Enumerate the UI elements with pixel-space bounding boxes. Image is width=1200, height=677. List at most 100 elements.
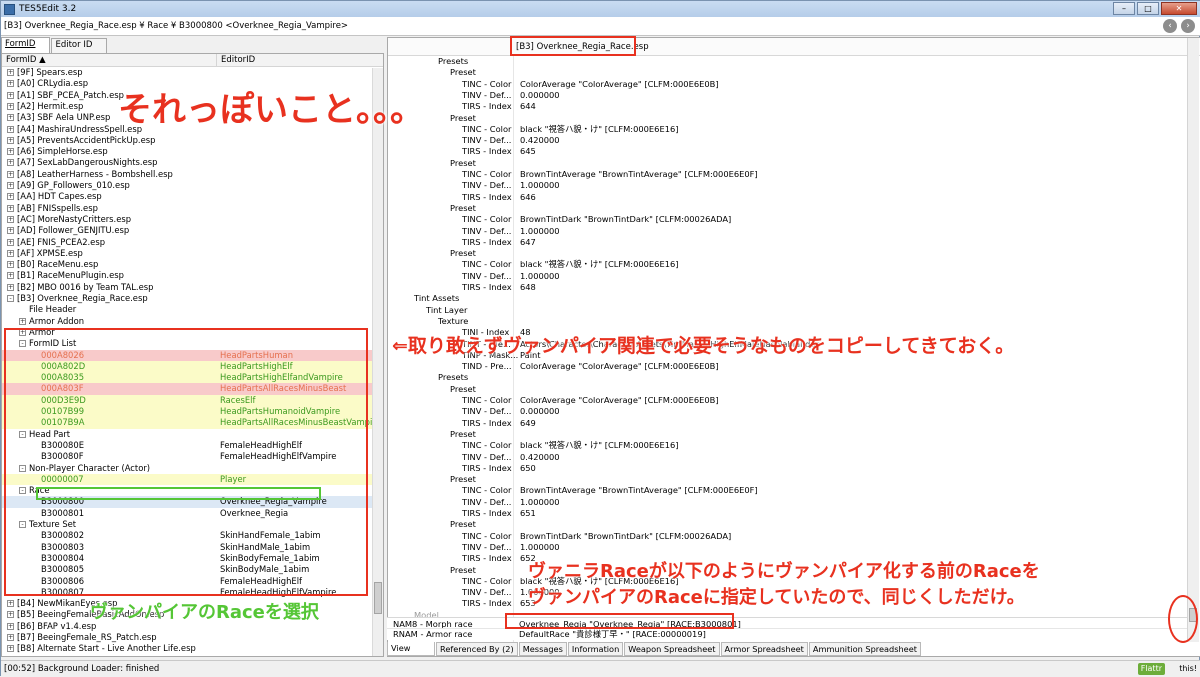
rnam-row[interactable]: RNAM - Armor race DefaultRace "貴診様丁早・" [… <box>387 628 1187 640</box>
record-row[interactable]: TIRS - Index649 <box>388 418 1188 429</box>
tab-messages[interactable]: Messages <box>519 642 567 656</box>
record-path-field[interactable]: [B3] Overknee_Regia_Race.esp ¥ Race ¥ B3… <box>1 17 1200 36</box>
expand-icon[interactable]: + <box>7 148 14 155</box>
tree-row[interactable]: +[A8] LeatherHarness - Bombshell.esp <box>2 169 372 180</box>
expand-icon[interactable]: + <box>7 205 14 212</box>
tab-view[interactable]: View <box>387 642 435 656</box>
expand-icon[interactable]: + <box>7 182 14 189</box>
tab-formid[interactable]: FormID <box>1 37 50 53</box>
expand-icon[interactable]: + <box>7 261 14 268</box>
record-row[interactable]: Preset <box>388 158 1188 169</box>
record-row[interactable]: Preset <box>388 67 1188 78</box>
expand-icon[interactable]: + <box>7 216 14 223</box>
record-row[interactable]: TINC - ColorColorAverage "ColorAverage" … <box>388 395 1188 406</box>
tree-row[interactable]: +[B8] Alternate Start - Live Another Lif… <box>2 643 372 654</box>
tab-editor-id[interactable]: Editor ID <box>51 38 107 53</box>
editorid-column-header[interactable]: EditorID <box>216 54 255 66</box>
tree-row[interactable]: +[AE] FNIS_PCEA2.esp <box>2 237 372 248</box>
expand-icon[interactable]: + <box>7 600 14 607</box>
tree-row[interactable]: +[B1] RaceMenuPlugin.esp <box>2 270 372 281</box>
record-row[interactable]: Tint Layer <box>388 305 1188 316</box>
this-button[interactable]: this! <box>1179 663 1197 675</box>
tree-row[interactable]: +[A6] SimpleHorse.esp <box>2 146 372 157</box>
record-row[interactable]: TINC - Colorblack "視答ハ貌・け" [CLFM:000E6E1… <box>388 440 1188 451</box>
record-row[interactable]: TINV - Def...1.000000 <box>388 180 1188 191</box>
record-row[interactable]: Preset <box>388 248 1188 259</box>
flattr-button[interactable]: Flattr <box>1138 663 1165 675</box>
record-row[interactable]: TINC - ColorBrownTintAverage "BrownTintA… <box>388 485 1188 496</box>
record-row[interactable]: Preset <box>388 203 1188 214</box>
tree-row[interactable]: +[A7] SexLabDangerousNights.esp <box>2 157 372 168</box>
expand-icon[interactable]: + <box>7 171 14 178</box>
record-row[interactable]: TINV - Def...1.000000 <box>388 226 1188 237</box>
expand-icon[interactable]: + <box>7 80 14 87</box>
expand-icon[interactable]: + <box>7 227 14 234</box>
record-row[interactable]: TINC - Colorblack "視答ハ貌・け" [CLFM:000E6E1… <box>388 124 1188 135</box>
record-row[interactable]: TINV - Def...1.000000 <box>388 271 1188 282</box>
tree-row[interactable]: -[B3] Overknee_Regia_Race.esp <box>2 293 372 304</box>
forward-arrow-icon[interactable]: › <box>1181 19 1195 33</box>
expand-icon[interactable]: + <box>7 137 14 144</box>
record-row[interactable]: Presets <box>388 372 1188 383</box>
record-row[interactable]: TIRS - Index648 <box>388 282 1188 293</box>
expand-icon[interactable]: + <box>7 272 14 279</box>
expand-icon[interactable]: + <box>7 634 14 641</box>
record-row[interactable]: Presets <box>388 56 1188 67</box>
tree-row[interactable]: +[B2] MBO 0016 by Team TAL.esp <box>2 282 372 293</box>
tree-row[interactable]: +[B9] Bashed Patch, 0.esp <box>2 655 372 657</box>
record-row[interactable]: Preset <box>388 429 1188 440</box>
tree-row[interactable]: +[AA] HDT Capes.esp <box>2 191 372 202</box>
back-arrow-icon[interactable]: ‹ <box>1163 19 1177 33</box>
tree-row[interactable]: +[AD] Follower_GENJITU.esp <box>2 225 372 236</box>
tree-row[interactable]: +[B0] RaceMenu.esp <box>2 259 372 270</box>
expand-icon[interactable]: + <box>7 114 14 121</box>
tab-armor-spreadsheet[interactable]: Armor Spreadsheet <box>721 642 808 656</box>
record-row[interactable]: Preset <box>388 519 1188 530</box>
record-row[interactable]: Texture <box>388 316 1188 327</box>
record-row[interactable]: TINC - Colorblack "視答ハ貌・け" [CLFM:000E6E1… <box>388 259 1188 270</box>
expand-icon[interactable]: + <box>7 69 14 76</box>
record-row[interactable]: TINV - Def...0.420000 <box>388 452 1188 463</box>
collapse-icon[interactable]: - <box>7 295 14 302</box>
expand-icon[interactable]: + <box>7 284 14 291</box>
record-row[interactable]: TIRS - Index644 <box>388 101 1188 112</box>
record-row[interactable]: TINV - Def...0.000000 <box>388 406 1188 417</box>
expand-icon[interactable]: + <box>7 92 14 99</box>
tab-ammunition-spreadsheet[interactable]: Ammunition Spreadsheet <box>809 642 921 656</box>
tree-row[interactable]: +[AB] FNISspells.esp <box>2 203 372 214</box>
record-row[interactable]: TINV - Def...0.420000 <box>388 135 1188 146</box>
tree-scrollbar[interactable] <box>372 68 383 657</box>
record-row[interactable]: Preset <box>388 474 1188 485</box>
record-row[interactable]: Preset <box>388 113 1188 124</box>
record-row[interactable]: TINV - Def...0.000000 <box>388 90 1188 101</box>
tree-row[interactable]: File Header <box>2 304 372 315</box>
record-row[interactable]: TIRS - Index647 <box>388 237 1188 248</box>
maximize-button[interactable]: □ <box>1137 2 1159 15</box>
minimize-button[interactable]: – <box>1113 2 1135 15</box>
record-row[interactable]: TINC - ColorBrownTintAverage "BrownTintA… <box>388 169 1188 180</box>
expand-icon[interactable]: + <box>7 611 14 618</box>
tab-referenced-by[interactable]: Referenced By (2) <box>436 642 518 656</box>
tree-row[interactable]: +[9F] Spears.esp <box>2 67 372 78</box>
tree-scrollbar-thumb[interactable] <box>374 582 382 614</box>
tree-row[interactable]: +[A5] PreventsAccidentPickUp.esp <box>2 135 372 146</box>
record-row[interactable]: TINC - ColorColorAverage "ColorAverage" … <box>388 79 1188 90</box>
expand-icon[interactable]: + <box>7 126 14 133</box>
record-scrollbar[interactable] <box>1187 38 1199 642</box>
tree-row[interactable]: +[AF] XPMSE.esp <box>2 248 372 259</box>
record-row[interactable]: TINV - Def...1.000000 <box>388 542 1188 553</box>
record-row[interactable]: Preset <box>388 384 1188 395</box>
expand-icon[interactable]: + <box>7 103 14 110</box>
tab-weapon-spreadsheet[interactable]: Weapon Spreadsheet <box>624 642 719 656</box>
expand-icon[interactable]: + <box>7 239 14 246</box>
record-row[interactable]: Tint Assets <box>388 293 1188 304</box>
expand-icon[interactable]: + <box>7 250 14 257</box>
close-button[interactable]: ✕ <box>1161 2 1197 15</box>
record-row[interactable]: TINC - ColorBrownTintDark "BrownTintDark… <box>388 214 1188 225</box>
expand-icon[interactable]: + <box>7 623 14 630</box>
tree-row[interactable]: +Armor Addon <box>2 316 372 327</box>
record-row[interactable]: TIRS - Index651 <box>388 508 1188 519</box>
formid-column-header[interactable]: FormID ▲ <box>2 54 216 66</box>
tab-information[interactable]: Information <box>568 642 623 656</box>
expand-icon[interactable]: + <box>7 645 14 652</box>
